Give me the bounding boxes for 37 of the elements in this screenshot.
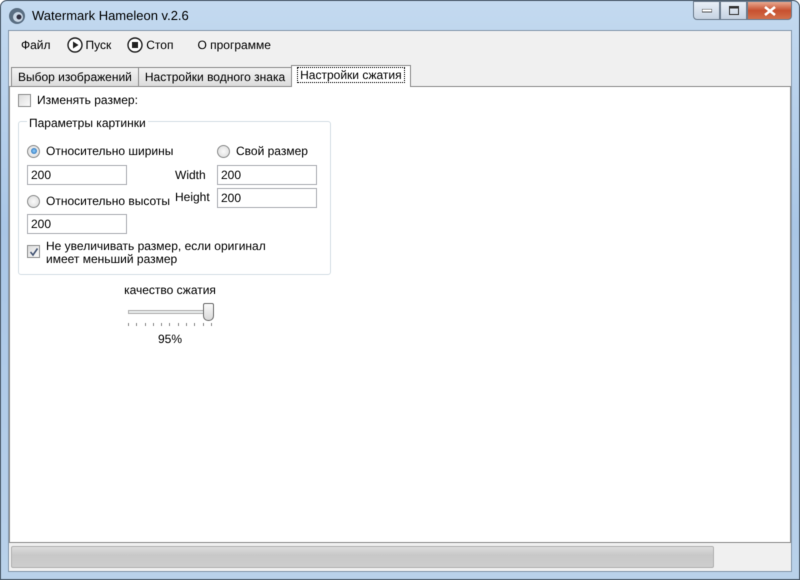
- play-icon: [66, 36, 83, 52]
- slider-value: 95%: [158, 331, 182, 348]
- slider[interactable]: [128, 303, 212, 321]
- checkbox[interactable]: [18, 94, 31, 106]
- app-icon: [8, 6, 26, 24]
- menu-item[interactable]: Стоп: [121, 34, 180, 56]
- height-field[interactable]: 200: [27, 214, 127, 234]
- checkbox[interactable]: [27, 245, 40, 258]
- tab[interactable]: Настройки водного знака: [138, 67, 292, 86]
- maximize-button[interactable]: [720, 1, 747, 20]
- slider-label: качество сжатия: [124, 282, 216, 299]
- minimize-icon: [702, 8, 712, 12]
- close-icon: [764, 6, 776, 16]
- checkbox-label: Не увеличивать размер, если оригинал имеет меньший размер: [46, 240, 267, 266]
- stop-icon: [127, 36, 144, 52]
- maximize-icon: [728, 6, 738, 15]
- close-button[interactable]: [747, 1, 792, 20]
- radio-label: Относительно высоты: [46, 193, 170, 210]
- minimize-button[interactable]: [693, 1, 720, 20]
- menu-item[interactable]: О программе: [191, 34, 277, 56]
- radio-label: Свой размер: [236, 143, 308, 160]
- menu-item[interactable]: Файл: [15, 34, 57, 56]
- custom-width-field[interactable]: 200: [217, 165, 317, 185]
- radio-button[interactable]: [217, 144, 230, 158]
- radio-label: Относительно ширины: [46, 143, 174, 160]
- checkbox-label: Изменять размер:: [37, 92, 138, 109]
- slider-thumb[interactable]: [202, 303, 214, 321]
- tab[interactable]: Выбор изображений: [11, 67, 139, 86]
- tab[interactable]: Настройки сжатия: [291, 65, 411, 87]
- radio-button[interactable]: [27, 144, 40, 158]
- width-label: Width: [175, 167, 207, 184]
- height-label: Height: [175, 189, 211, 206]
- window-title: Watermark Hameleon v.2.6: [32, 6, 189, 25]
- radio-button[interactable]: [27, 194, 40, 208]
- menu-item[interactable]: Пуск: [60, 34, 118, 56]
- custom-height-field[interactable]: 200: [217, 188, 317, 208]
- width-field[interactable]: 200: [27, 165, 127, 185]
